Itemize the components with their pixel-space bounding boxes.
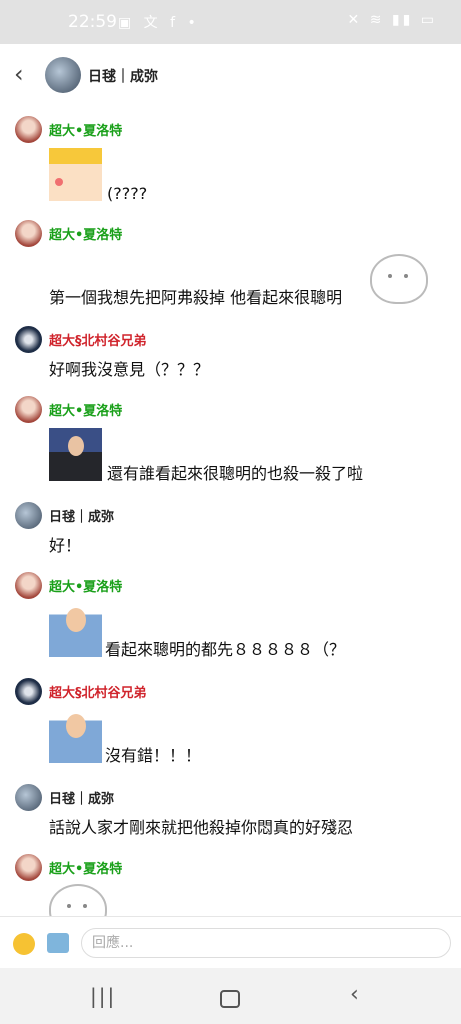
thumbs-up-sticker xyxy=(49,604,102,657)
message-text: 還有誰看起來很聰明的也殺一殺了啦 xyxy=(107,464,364,483)
news-anchor-sticker xyxy=(49,428,102,481)
avatar[interactable] xyxy=(15,326,42,353)
avatar[interactable] xyxy=(15,854,42,881)
recents-icon[interactable]: ||| xyxy=(90,984,116,1008)
message-text: 好！ xyxy=(49,536,82,555)
reply-composer xyxy=(0,916,461,969)
nav-back-icon[interactable]: ‹ xyxy=(350,982,359,1007)
chat-title[interactable]: 日毬｜成弥 xyxy=(88,66,158,86)
avatar[interactable] xyxy=(15,678,42,705)
message-text: (???? xyxy=(107,184,148,203)
image-icon[interactable] xyxy=(47,933,69,953)
message-text: 話說人家才剛來就把他殺掉你悶真的好殘忍 xyxy=(49,818,354,837)
sender-name[interactable]: 超大•夏洛特 xyxy=(49,858,122,877)
sender-name[interactable]: 超大•夏洛特 xyxy=(49,400,122,419)
avatar[interactable] xyxy=(15,116,42,143)
sender-name[interactable]: 超大§北村谷兄弟 xyxy=(49,330,147,349)
message-text: 看起來聰明的都先８８８８８（？ xyxy=(105,640,346,659)
sender-name[interactable]: 超大•夏洛特 xyxy=(49,120,122,139)
notification-icons: ▣ 文 f • xyxy=(118,15,200,31)
avatar[interactable] xyxy=(15,396,42,423)
status-bar: 22:59 ▣ 文 f • ✕ ≋ ▮▮ ▭ xyxy=(0,0,461,44)
avatar[interactable] xyxy=(15,502,42,529)
avatar[interactable] xyxy=(15,572,42,599)
message-text: 沒有錯！！！ xyxy=(105,746,202,765)
back-arrow-icon[interactable]: ‹ xyxy=(14,62,24,86)
chat-header: ‹ 日毬｜成弥 xyxy=(0,44,461,106)
message-text: 第一個我想先把阿弗殺掉 他看起來很聰明 xyxy=(49,288,343,307)
emoji-icon[interactable] xyxy=(13,933,35,955)
white-cat-sticker xyxy=(49,884,107,916)
cartoon-girl-sticker xyxy=(49,148,102,201)
system-icons: ✕ ≋ ▮▮ ▭ xyxy=(347,12,437,28)
reply-input[interactable] xyxy=(81,928,451,958)
home-icon[interactable] xyxy=(220,990,240,1008)
message-feed[interactable]: 超大•夏洛特 (???? 超大•夏洛特 第一個我想先把阿弗殺掉 他看起來很聰明 … xyxy=(0,106,461,916)
thumbs-up-sticker xyxy=(49,710,102,763)
chat-avatar[interactable] xyxy=(45,57,81,93)
avatar[interactable] xyxy=(15,784,42,811)
android-nav-bar: ||| ‹ xyxy=(0,968,461,1024)
avatar[interactable] xyxy=(15,220,42,247)
sender-name[interactable]: 超大§北村谷兄弟 xyxy=(49,682,147,701)
sender-name[interactable]: 日毬｜成弥 xyxy=(49,506,114,525)
white-cat-sticker xyxy=(370,254,428,304)
sender-name[interactable]: 超大•夏洛特 xyxy=(49,224,122,243)
message-text: 好啊我沒意見（？？？ xyxy=(49,360,210,379)
sender-name[interactable]: 超大•夏洛特 xyxy=(49,576,122,595)
status-time: 22:59 xyxy=(68,12,117,32)
sender-name[interactable]: 日毬｜成弥 xyxy=(49,788,114,807)
